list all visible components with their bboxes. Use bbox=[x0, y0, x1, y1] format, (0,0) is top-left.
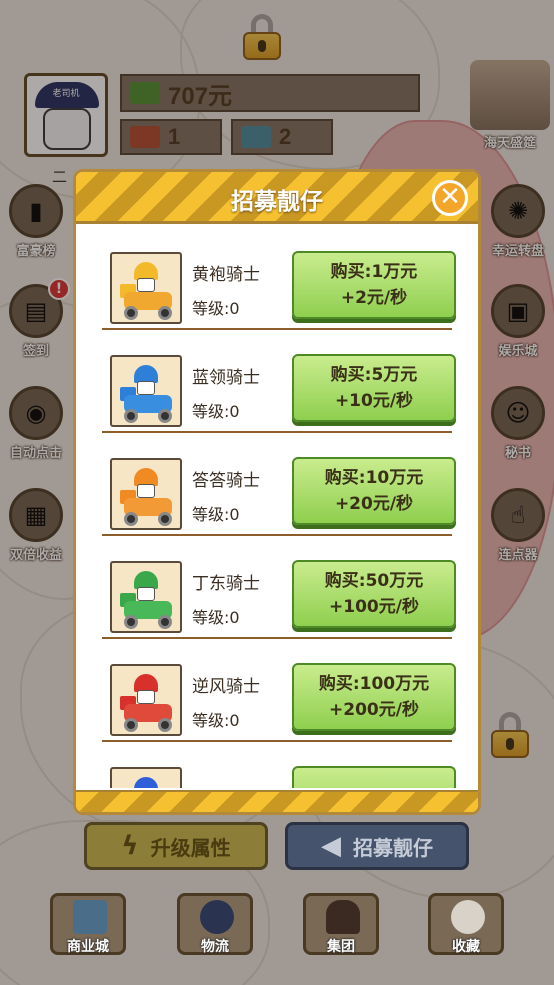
rider-name: 丁东骑士 bbox=[192, 574, 260, 594]
dock-group[interactable]: 集团 bbox=[303, 893, 379, 955]
modal-header: 招募靓仔 ✕ bbox=[76, 172, 478, 224]
buy-price: 购买:10万元 bbox=[324, 468, 424, 488]
rider-portrait bbox=[110, 252, 182, 324]
close-icon[interactable]: ✕ bbox=[432, 180, 468, 216]
rider-portrait bbox=[110, 561, 182, 633]
rider-row: 丁东骑士 等级:0 购买:50万元 +100元/秒 bbox=[102, 536, 456, 639]
wheel-icon bbox=[124, 718, 138, 732]
buy-rider-button[interactable]: 购买:100万元 +200元/秒 bbox=[292, 663, 456, 731]
buy-income: +2元/秒 bbox=[340, 288, 408, 308]
rider-level: 等级:0 bbox=[192, 608, 240, 627]
recruit-label: 招募靓仔 bbox=[353, 835, 433, 860]
wheel-icon bbox=[158, 409, 172, 423]
rider-row bbox=[102, 742, 456, 788]
wheel-icon bbox=[124, 615, 138, 629]
wheel-icon bbox=[158, 615, 172, 629]
face-icon bbox=[137, 587, 155, 601]
megaphone-icon: ◀ bbox=[321, 831, 341, 861]
buy-price: 购买:5万元 bbox=[330, 365, 418, 385]
rider-list[interactable]: 黄袍骑士 等级:0 购买:1万元 +2元/秒 蓝领骑士 等级:0 购买:5万元 … bbox=[76, 227, 478, 788]
buy-rider-button[interactable] bbox=[292, 766, 456, 788]
crystal-ball-icon bbox=[451, 900, 485, 934]
buy-price: 购买:100万元 bbox=[318, 674, 430, 694]
wheel-icon bbox=[124, 512, 138, 526]
buy-income: +10元/秒 bbox=[334, 391, 414, 411]
building-icon bbox=[73, 900, 107, 934]
helmet-icon bbox=[134, 777, 158, 788]
rider-name: 黄袍骑士 bbox=[192, 265, 260, 285]
buy-income: +20元/秒 bbox=[334, 494, 414, 514]
face-icon bbox=[137, 484, 155, 498]
wheel-icon bbox=[124, 306, 138, 320]
rider-row: 黄袍骑士 等级:0 购买:1万元 +2元/秒 bbox=[102, 227, 456, 330]
rider-name: 蓝领骑士 bbox=[192, 368, 260, 388]
buy-price: 购买:1万元 bbox=[330, 262, 418, 282]
dock-label: 商业城 bbox=[67, 939, 109, 955]
buy-rider-button[interactable]: 购买:10万元 +20元/秒 bbox=[292, 457, 456, 525]
buy-price: 购买:50万元 bbox=[324, 571, 424, 591]
buy-rider-button[interactable]: 购买:5万元 +10元/秒 bbox=[292, 354, 456, 422]
rider-portrait bbox=[110, 458, 182, 530]
boss-icon bbox=[326, 900, 360, 934]
face-icon bbox=[137, 381, 155, 395]
recruit-modal: 招募靓仔 ✕ 黄袍骑士 等级:0 购买:1万元 +2元/秒 蓝领骑士 等级:0 bbox=[73, 169, 481, 815]
upgrade-label: 升级属性 bbox=[150, 835, 231, 860]
dock-business-city[interactable]: 商业城 bbox=[50, 893, 126, 955]
rider-level: 等级:0 bbox=[192, 505, 240, 524]
rider-row: 蓝领骑士 等级:0 购买:5万元 +10元/秒 bbox=[102, 330, 456, 433]
rider-name: 答答骑士 bbox=[192, 471, 260, 491]
dock-label: 物流 bbox=[201, 939, 229, 955]
rider-portrait bbox=[110, 767, 182, 788]
dock-collection[interactable]: 收藏 bbox=[428, 893, 504, 955]
rider-portrait bbox=[110, 355, 182, 427]
rider-level: 等级:0 bbox=[192, 299, 240, 318]
dock-logistics[interactable]: 物流 bbox=[177, 893, 253, 955]
rider-portrait bbox=[110, 664, 182, 736]
rider-level: 等级:0 bbox=[192, 711, 240, 730]
face-icon bbox=[137, 690, 155, 704]
modal-title: 招募靓仔 bbox=[231, 189, 323, 215]
wheel-icon bbox=[158, 512, 172, 526]
rider-row: 逆风骑士 等级:0 购买:100万元 +200元/秒 bbox=[102, 639, 456, 742]
dock-label: 收藏 bbox=[452, 939, 480, 955]
buy-rider-button[interactable]: 购买:50万元 +100元/秒 bbox=[292, 560, 456, 628]
rider-level: 等级:0 bbox=[192, 402, 240, 421]
buy-income: +200元/秒 bbox=[329, 700, 419, 720]
lightning-icon: ϟ bbox=[121, 831, 139, 861]
modal-footer bbox=[76, 790, 478, 812]
recruit-button[interactable]: ◀ 招募靓仔 bbox=[285, 822, 469, 870]
wheel-icon bbox=[158, 718, 172, 732]
wheel-icon bbox=[124, 409, 138, 423]
upgrade-attributes-button[interactable]: ϟ 升级属性 bbox=[84, 822, 268, 870]
rider-row: 答答骑士 等级:0 购买:10万元 +20元/秒 bbox=[102, 433, 456, 536]
dock-label: 集团 bbox=[327, 939, 355, 955]
globe-icon bbox=[200, 900, 234, 934]
buy-income: +100元/秒 bbox=[329, 597, 419, 617]
face-icon bbox=[137, 278, 155, 292]
wheel-icon bbox=[158, 306, 172, 320]
buy-rider-button[interactable]: 购买:1万元 +2元/秒 bbox=[292, 251, 456, 319]
rider-name: 逆风骑士 bbox=[192, 677, 260, 697]
